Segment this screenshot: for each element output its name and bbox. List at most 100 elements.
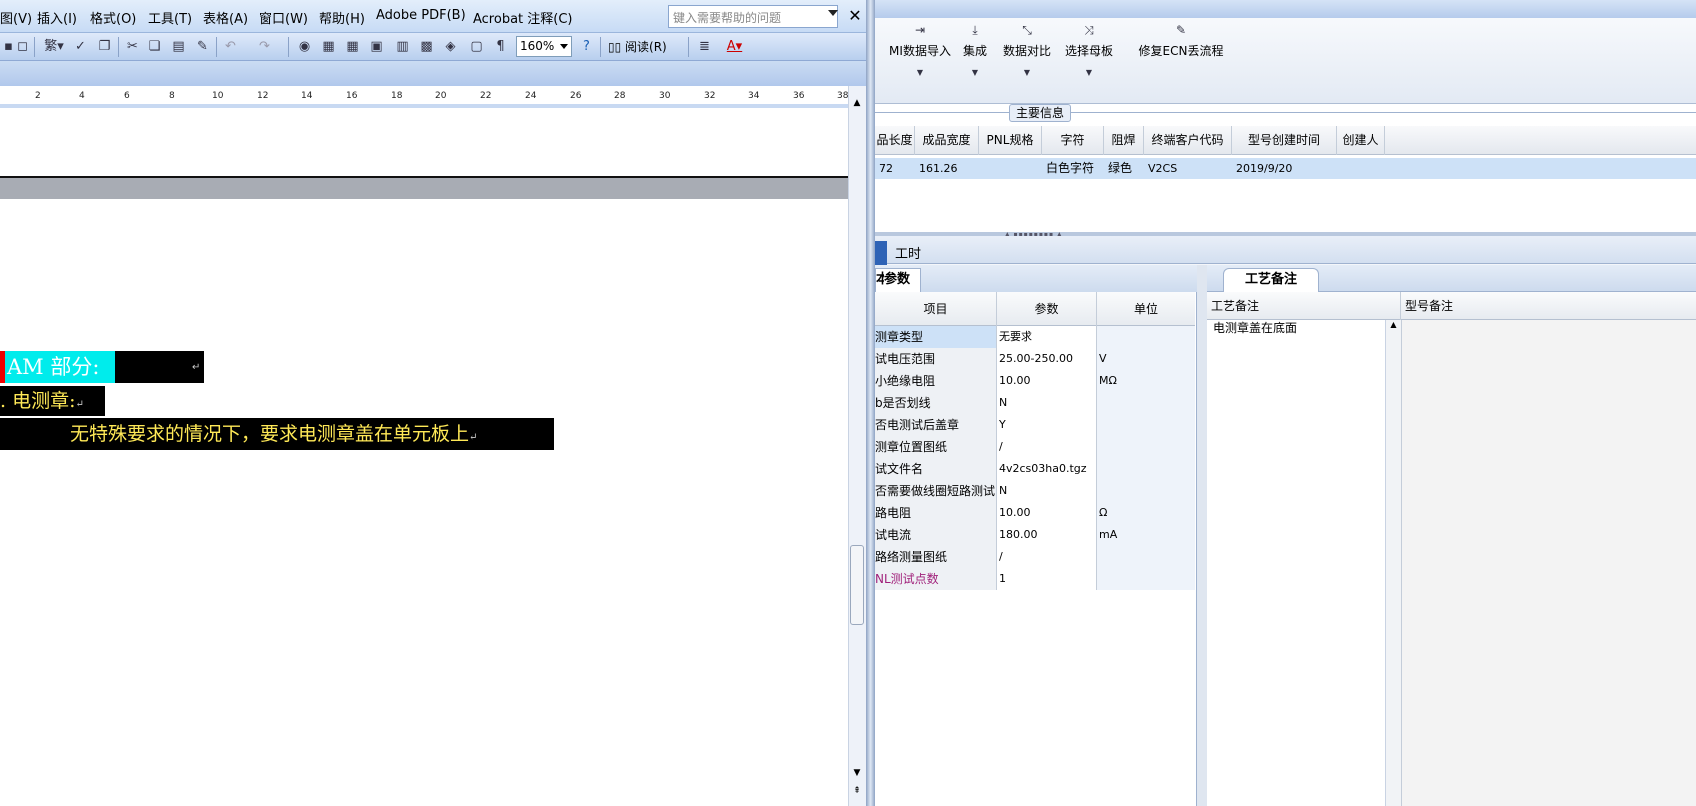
drawing-icon[interactable]: ▩ <box>418 38 435 55</box>
param-value[interactable]: 无要求 <box>997 326 1097 348</box>
param-value[interactable]: 10.00 <box>997 502 1097 524</box>
param-value[interactable]: 25.00-250.00 <box>997 348 1097 370</box>
close-icon[interactable]: ✕ <box>846 5 864 27</box>
help-dropdown-icon[interactable] <box>828 10 838 16</box>
menu-view[interactable]: 图(V) <box>0 8 32 27</box>
chevron-down-icon[interactable]: ▼ <box>957 68 993 77</box>
tab-craft-notes[interactable]: 工艺备注 <box>1223 268 1319 292</box>
column-header[interactable]: PNL规格 <box>979 126 1042 155</box>
paste-icon[interactable]: ▤ <box>170 38 187 55</box>
help-search-input[interactable]: 键入需要帮助的问题 <box>668 5 838 28</box>
column-header[interactable]: 工艺备注 <box>1207 292 1401 320</box>
chevron-down-icon[interactable]: ▼ <box>1061 68 1117 77</box>
formatting-marks-icon[interactable]: ¶ <box>492 38 509 55</box>
param-value[interactable]: / <box>997 436 1097 458</box>
body-paragraph[interactable]: 无特殊要求的情况下，要求电测章盖在单元板上↵ <box>0 418 554 450</box>
menu-insert[interactable]: 插入(I) <box>37 8 77 27</box>
previous-page-icon[interactable]: ⇞ <box>848 786 866 798</box>
insert-table-icon[interactable]: ▦ <box>344 38 361 55</box>
craft-note-text[interactable]: 电测章盖在底面 <box>1213 319 1297 336</box>
param-value[interactable]: 4v2cs03ha0.tgz <box>997 458 1097 480</box>
param-value[interactable]: 180.00 <box>997 524 1097 546</box>
table-row[interactable]: 路络测量图纸 / <box>875 546 1195 568</box>
menu-window[interactable]: 窗口(W) <box>259 8 308 27</box>
spelling-icon[interactable]: ✓ <box>72 38 89 55</box>
print-preview-icon[interactable]: ◻ <box>14 38 31 55</box>
traditional-chinese-icon[interactable]: 繁▾ <box>40 38 68 55</box>
tab-work-hours[interactable]: 工时 <box>895 243 921 262</box>
chevron-down-icon[interactable]: ▼ <box>997 68 1057 77</box>
column-header[interactable]: 项目 <box>875 292 997 326</box>
format-painter-icon[interactable]: ✎ <box>194 38 211 55</box>
panel-vertical-splitter[interactable] <box>1197 265 1207 806</box>
data-compare-button[interactable]: ⤡ 数据对比 ▼ <box>997 18 1057 104</box>
table-row[interactable]: 测章位置图纸 / <box>875 436 1195 458</box>
insert-excel-icon[interactable]: ▣ <box>368 38 385 55</box>
column-header[interactable]: 品长度 <box>875 126 915 155</box>
table-row[interactable]: 试电流 180.00 mA <box>875 524 1195 546</box>
table-row[interactable]: 否电测试后盖章 Y <box>875 414 1195 436</box>
undo-icon[interactable]: ↶ <box>222 38 239 55</box>
hyperlink-icon[interactable]: ◉ <box>296 38 313 55</box>
table-row[interactable]: 试电压范围 25.00-250.00 V <box>875 348 1195 370</box>
column-header[interactable]: 型号创建时间 <box>1232 126 1337 155</box>
menu-tools[interactable]: 工具(T) <box>148 8 192 27</box>
param-value[interactable]: / <box>997 546 1097 568</box>
column-header[interactable]: 字符 <box>1042 126 1104 155</box>
table-row[interactable]: 试文件名 4v2cs03ha0.tgz <box>875 458 1195 480</box>
help-icon[interactable]: ? <box>578 38 595 55</box>
table-row[interactable]: 72 161.26 白色字符 绿色 V2CS 2019/9/20 <box>875 158 1696 179</box>
scrollbar-thumb[interactable] <box>850 545 864 625</box>
menu-format[interactable]: 格式(O) <box>90 8 136 27</box>
cut-icon[interactable]: ✂ <box>124 38 141 55</box>
table-row[interactable]: NL测试点数 1 <box>875 568 1195 590</box>
param-value[interactable]: N <box>997 392 1097 414</box>
mi-data-import-button[interactable]: ⇥ MI数据导入 ▼ <box>885 18 955 104</box>
selected-tab-marker[interactable] <box>875 241 887 265</box>
chevron-down-icon[interactable]: ▼ <box>885 68 955 77</box>
column-header[interactable]: 成品宽度 <box>915 126 979 155</box>
research-icon[interactable]: ❐ <box>96 38 113 55</box>
menu-help[interactable]: 帮助(H) <box>319 8 365 27</box>
table-row[interactable]: 测章类型 无要求 <box>875 326 1195 348</box>
columns-icon[interactable]: ▥ <box>394 38 411 55</box>
column-header[interactable]: 单位 <box>1097 292 1195 326</box>
tables-borders-icon[interactable]: ▦ <box>320 38 337 55</box>
model-notes-area[interactable] <box>1401 320 1696 806</box>
menu-table[interactable]: 表格(A) <box>203 8 248 27</box>
table-row[interactable]: 否需要做线圈短路测试 N <box>875 480 1195 502</box>
column-header[interactable]: 型号备注 <box>1401 292 1453 320</box>
param-value[interactable]: 1 <box>997 568 1097 590</box>
font-color-icon[interactable]: A▾ <box>726 38 743 55</box>
column-header[interactable]: 终端客户代码 <box>1144 126 1232 155</box>
table-row[interactable]: 路电阻 10.00 Ω <box>875 502 1195 524</box>
copy-icon[interactable]: ❏ <box>146 38 163 55</box>
note-scrollbar[interactable]: ▲ <box>1385 320 1401 806</box>
integrate-button[interactable]: ⤓ 集成 ▼ <box>957 18 993 104</box>
show-hide-icon[interactable]: ▢ <box>468 38 485 55</box>
column-header[interactable]: 阻焊 <box>1104 126 1144 155</box>
column-header[interactable]: 参数 <box>997 292 1097 326</box>
param-value[interactable]: 10.00 <box>997 370 1097 392</box>
heading-electric-test-stamp[interactable]: . 电测章:↵ <box>0 386 105 416</box>
tab-parameters[interactable]: 本参数 <box>875 268 921 292</box>
heading-cam-section[interactable]: AM 部分: <box>5 351 115 383</box>
param-value[interactable]: N <box>997 480 1097 502</box>
select-motherboard-button[interactable]: ⤨ 选择母板 ▼ <box>1061 18 1117 104</box>
scroll-up-icon[interactable]: ▲ <box>1390 320 1396 329</box>
document-map-icon[interactable]: ◈ <box>442 38 459 55</box>
redo-icon[interactable]: ↷ <box>256 38 273 55</box>
read-mode-button[interactable]: ▯▯ 阅读(R) <box>608 38 667 55</box>
column-header[interactable]: 创建人 <box>1337 126 1385 155</box>
menu-acrobat-comment[interactable]: Acrobat 注释(C) <box>473 8 573 27</box>
param-value[interactable]: Y <box>997 414 1097 436</box>
table-row[interactable]: 小绝缘电阻 10.00 MΩ <box>875 370 1195 392</box>
vertical-scrollbar[interactable] <box>848 86 866 806</box>
menu-adobe-pdf[interactable]: Adobe PDF(B) <box>376 8 466 23</box>
scroll-down-icon[interactable]: ▼ <box>848 768 866 780</box>
chevron-down-icon[interactable] <box>560 44 568 49</box>
table-row[interactable]: b是否划线 N <box>875 392 1195 414</box>
indent-icon[interactable]: ≣ <box>696 38 713 55</box>
fix-ecn-button[interactable]: ✎ 修复ECN丢流程 <box>1125 18 1237 104</box>
scroll-up-icon[interactable]: ▲ <box>848 98 866 110</box>
